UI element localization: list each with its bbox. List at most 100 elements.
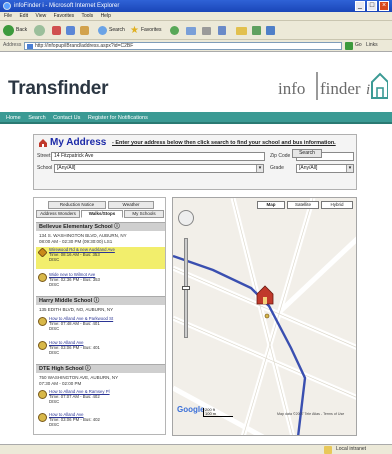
svg-text:finder: finder [320, 79, 361, 98]
map-type-map[interactable]: Map [257, 201, 285, 209]
messenger-icon [266, 26, 275, 35]
status-bar: Local intranet [0, 444, 392, 454]
folder-icon [236, 26, 247, 35]
page-icon [27, 44, 33, 49]
tab-walks-stops[interactable]: Walks/Stops [81, 210, 123, 218]
folder-button[interactable] [236, 24, 247, 37]
list-item[interactable]: How to Alland Ave & Ramsey Pl Time: 07:0… [36, 389, 165, 407]
tab-address-wonders[interactable]: Address Wonders [36, 210, 80, 218]
research-button[interactable] [252, 24, 261, 37]
menu-tools[interactable]: Tools [81, 13, 93, 19]
nav-contact[interactable]: Contact Us [53, 115, 80, 121]
menu-file[interactable]: File [4, 13, 12, 19]
tab-my-schools[interactable]: My Schools [124, 210, 164, 218]
site-nav: Home Search Contact Us Register for Noti… [0, 112, 392, 124]
zone-icon [324, 446, 332, 454]
mail-button[interactable] [186, 24, 196, 37]
maximize-button[interactable]: □ [367, 1, 377, 11]
history-button[interactable] [170, 24, 179, 37]
star-icon: ★ [130, 25, 139, 36]
infofinder-logo: info finder i [278, 72, 388, 100]
zone-label: Local intranet [336, 446, 367, 452]
chevron-down-icon: ▾ [346, 165, 353, 172]
bus-icon [38, 273, 47, 282]
zoom-slider-handle[interactable] [182, 286, 190, 290]
menu-view[interactable]: View [35, 13, 46, 19]
address-bar: Address http://infopup/iBrand/address.as… [0, 40, 392, 52]
list-item[interactable]: How to Alland Ave & Parkwood St Time: 07… [36, 316, 165, 334]
tab-reduction-notice[interactable]: Reduction Notice [48, 201, 106, 209]
home-button[interactable] [80, 24, 89, 37]
page-viewport: Transfinder info finder i Home Search Co… [0, 52, 392, 444]
print-button[interactable] [202, 24, 211, 37]
stop-button[interactable] [52, 24, 61, 37]
go-button[interactable]: Go [355, 42, 362, 48]
home-icon [80, 26, 89, 35]
list-item[interactable]: How to Alland Ave Time: 03:06 PM - Bus: … [36, 412, 165, 430]
window-titlebar: infoFinder i - Microsoft Internet Explor… [0, 0, 392, 12]
print-icon [202, 26, 211, 35]
nav-home[interactable]: Home [6, 115, 21, 121]
google-logo: Google [177, 405, 205, 414]
edit-button[interactable] [218, 24, 226, 37]
stop-marker [264, 313, 270, 319]
menu-help[interactable]: Help [101, 13, 111, 19]
my-address-title: My Address [50, 137, 107, 148]
refresh-button[interactable] [66, 24, 75, 37]
bus-icon [38, 413, 47, 422]
map-view[interactable]: Map Satellite Hybrid Google 200 ft 100 m… [172, 197, 357, 436]
minimize-button[interactable]: _ [355, 1, 365, 11]
search-submit-button[interactable]: Search [292, 149, 322, 158]
menu-favorites[interactable]: Favorites [54, 13, 75, 19]
info-icon: ⓘ [112, 224, 120, 230]
school-header[interactable]: DTE High School ⓘ [36, 364, 165, 373]
school-label: School [37, 165, 53, 171]
my-address-hint: - Enter your address below then click se… [112, 140, 336, 146]
links-button[interactable]: Links [366, 42, 378, 48]
address-input[interactable]: http://infopup/iBrand/address.aspx?id=C2… [24, 42, 342, 50]
menu-edit[interactable]: Edit [19, 13, 28, 19]
school-address: 134 S. WASHINGTON BLVD, AUBURN, NY [39, 233, 127, 238]
search-button[interactable]: Search [98, 24, 125, 37]
zip-label: Zip Code [270, 153, 291, 159]
pan-control-icon[interactable] [178, 210, 194, 226]
street-label: Street [37, 153, 51, 159]
messenger-button[interactable] [266, 24, 275, 37]
results-panel: Reduction Notice Weather Address Wonders… [33, 197, 166, 435]
list-item[interactable]: Wirewood Rd & new Auckland Ave Time: 08:… [36, 247, 165, 269]
forward-button[interactable] [34, 24, 45, 37]
research-icon [252, 26, 261, 35]
info-icon: ⓘ [83, 366, 91, 372]
school-select[interactable]: [Any/All] ▾ [54, 164, 264, 173]
school-header[interactable]: Harry Middle School ⓘ [36, 296, 165, 305]
forward-arrow-icon [34, 25, 45, 36]
back-arrow-icon [3, 25, 14, 36]
stop-sign-icon [37, 247, 48, 258]
chevron-down-icon: ▾ [256, 165, 263, 172]
go-arrow-icon[interactable] [345, 42, 353, 50]
nav-search[interactable]: Search [28, 115, 45, 121]
school-address: 135 EDITH BLVD, NO, AUBURN, NY [39, 307, 114, 312]
edit-icon [218, 26, 226, 35]
bus-icon [38, 317, 47, 326]
close-button[interactable]: × [379, 1, 389, 11]
map-type-satellite[interactable]: Satellite [287, 201, 319, 209]
favorites-button[interactable]: ★ Favorites [130, 24, 162, 37]
nav-register[interactable]: Register for Notifications [88, 115, 148, 121]
grade-select[interactable]: [Any/All] ▾ [296, 164, 354, 173]
list-item[interactable]: How to Alland Ave Time: 03:06 PM - Bus: … [36, 340, 165, 358]
tab-weather[interactable]: Weather [108, 201, 154, 209]
back-button[interactable]: Back [3, 24, 27, 37]
bus-icon [38, 390, 47, 399]
map-type-hybrid[interactable]: Hybrid [321, 201, 353, 209]
school-header[interactable]: Bellevue Elementary School ⓘ [36, 222, 165, 231]
house-icon [39, 139, 47, 147]
window-title: infoFinder i - Microsoft Internet Explor… [14, 3, 120, 9]
map-scale: 200 ft 100 m [203, 408, 233, 417]
zoom-control[interactable] [178, 210, 194, 346]
bus-icon [38, 341, 47, 350]
list-item[interactable]: Wide new to Wilmot Ave Time: 02:36 PM - … [36, 272, 165, 290]
street-input[interactable]: 14 Fitzpatrick Ave [51, 152, 265, 161]
school-address: 750 WASHINGTON AVE, AUBURN, NY [39, 375, 119, 380]
map-canvas[interactable] [173, 198, 357, 436]
